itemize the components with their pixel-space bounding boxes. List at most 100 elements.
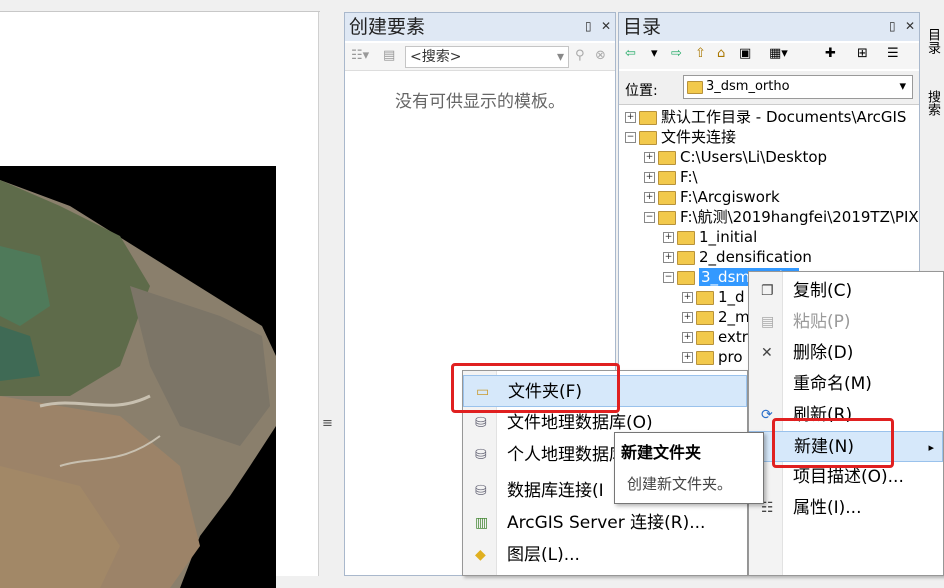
folder-icon [658, 210, 676, 225]
tree-node-label: F:\Arcgiswork [680, 188, 780, 206]
home-icon[interactable]: ⌂ [717, 46, 725, 61]
tree-node[interactable]: + extr [682, 327, 748, 347]
view-options-icon[interactable]: ▦▾ [769, 46, 788, 61]
tree-node-label: pro [718, 348, 743, 366]
expand-icon[interactable]: + [644, 192, 655, 203]
close-icon[interactable]: ✕ [601, 19, 611, 33]
folder-icon [677, 270, 695, 285]
new-item-icon[interactable]: ✚ [825, 46, 836, 61]
template-search-input[interactable]: <搜索> ▾ [405, 46, 569, 68]
tree-node-label: 2_m [718, 308, 750, 326]
folder-icon [658, 170, 676, 185]
context-menu-item[interactable]: 重命名(M) [749, 369, 943, 400]
search-icon[interactable]: ⚲ [575, 48, 585, 63]
folder-icon [696, 330, 714, 345]
up-folder-icon[interactable]: ⇧ [695, 46, 706, 61]
new-submenu-item[interactable]: ◆ 图层(L)... [463, 539, 747, 571]
expand-icon[interactable]: + [625, 112, 636, 123]
expand-icon[interactable]: + [663, 232, 674, 243]
chevron-down-icon[interactable]: ▾ [899, 76, 906, 98]
context-menu-item[interactable]: ❐ 复制(C) [749, 276, 943, 307]
context-menu-item[interactable]: ✕ 删除(D) [749, 338, 943, 369]
menu-item-label: 图层(L)... [507, 545, 580, 565]
location-value: 3_dsm_ortho [706, 79, 790, 94]
pin-icon[interactable]: ▯ [889, 19, 896, 33]
expand-icon[interactable]: + [682, 352, 693, 363]
menu-item-label: 文件地理数据库(O) [507, 413, 653, 433]
tree-node[interactable]: +2_m [682, 307, 750, 327]
chevron-down-icon[interactable]: ▾ [557, 47, 564, 67]
tree-node[interactable]: + pro [682, 347, 743, 367]
expand-icon[interactable]: + [644, 172, 655, 183]
paste-icon: ▤ [761, 314, 775, 330]
tree-node[interactable]: + F:\ [644, 167, 698, 187]
tree-node[interactable]: +1_d [682, 287, 745, 307]
collapse-icon[interactable]: − [625, 132, 636, 143]
context-menu-item[interactable]: ☷ 属性(I)... [749, 493, 943, 524]
splitter-grip-icon[interactable]: ≡ [322, 416, 333, 431]
new-folder-tooltip: 新建文件夹 创建新文件夹。 [614, 432, 764, 504]
expand-icon[interactable]: + [682, 332, 693, 343]
folder-icon [696, 310, 714, 325]
database-icon: ⛁ [475, 447, 487, 463]
details-icon[interactable]: ☰ [887, 46, 899, 61]
tree-node-label: 2_densification [699, 248, 812, 266]
menu-item-label: 删除(D) [793, 343, 854, 363]
submenu-arrow-icon: ▸ [928, 441, 934, 454]
create-features-title: 创建要素 [345, 13, 615, 41]
refresh-icon: ⟳ [761, 407, 773, 423]
tree-node[interactable]: + 默认工作目录 - Documents\ArcGIS [625, 107, 906, 127]
side-tab-catalog[interactable]: 目录 [922, 28, 942, 54]
highlight-new-item [772, 418, 894, 468]
tree-node-label: 文件夹连接 [661, 128, 737, 146]
tree-node-label: 默认工作目录 - Documents\ArcGIS [661, 108, 907, 126]
new-submenu-item[interactable]: ▥ ArcGIS Server 连接(R)... [463, 507, 747, 539]
side-tab-label: 搜索 [925, 90, 940, 116]
collapse-icon[interactable]: − [663, 272, 674, 283]
folder-icon [677, 230, 695, 245]
context-menu-item[interactable]: ▤ 粘贴(P) [749, 307, 943, 338]
location-combobox[interactable]: 3_dsm_ortho ▾ [683, 75, 913, 99]
menu-item-label: 复制(C) [793, 281, 853, 301]
tree-node[interactable]: − 文件夹连接 [625, 127, 736, 147]
folder-icon [639, 110, 657, 125]
tree-node[interactable]: + C:\Users\Li\Desktop [644, 147, 827, 167]
tree-node-label: extr [718, 328, 748, 346]
organize-templates-icon[interactable]: ☷▾ [351, 48, 369, 63]
back-icon[interactable]: ⇦ [625, 46, 636, 61]
forward-icon[interactable]: ⇨ [671, 46, 682, 61]
tree-node[interactable]: +1_initial [663, 227, 757, 247]
aerial-orthophoto [0, 166, 276, 588]
tree-node-label: F:\ [680, 168, 698, 186]
tree-node[interactable]: + F:\Arcgiswork [644, 187, 780, 207]
collapse-icon[interactable]: − [644, 212, 655, 223]
tree-node-label: 1_d [718, 288, 745, 306]
highlight-folder-item [451, 363, 620, 413]
tree-node[interactable]: +2_densification [663, 247, 812, 267]
clear-search-icon[interactable]: ⊗ [595, 48, 606, 63]
pin-icon[interactable]: ▯ [585, 19, 592, 33]
server-icon: ▥ [475, 515, 489, 531]
side-tab-search[interactable]: 搜索 [922, 90, 942, 116]
expand-icon[interactable]: + [682, 292, 693, 303]
chevron-down-icon[interactable]: ▾ [651, 46, 658, 61]
create-features-toolbar: ☷▾ ▤ <搜索> ▾ ⚲ ⊗ [345, 43, 615, 71]
map-view[interactable] [0, 12, 318, 588]
tree-node[interactable]: − F:\航测\2019hangfei\2019TZ\PIX [644, 207, 919, 227]
template-properties-icon[interactable]: ▤ [383, 48, 395, 63]
connect-folder-icon[interactable]: ▣ [739, 46, 751, 61]
tree-options-icon[interactable]: ⊞ [857, 46, 868, 61]
close-icon[interactable]: ✕ [905, 19, 915, 33]
layer-icon: ◆ [475, 547, 486, 563]
expand-icon[interactable]: + [682, 312, 693, 323]
tooltip-body: 创建新文件夹。 [627, 475, 733, 493]
tooltip-title: 新建文件夹 [621, 443, 702, 462]
menu-item-label: 重命名(M) [793, 374, 872, 394]
search-placeholder: <搜索> [410, 49, 462, 65]
menu-item-label: 项目描述(O)... [793, 467, 904, 487]
panel-splitter[interactable] [318, 12, 344, 576]
tree-node-label: C:\Users\Li\Desktop [680, 148, 828, 166]
tree-node-label: 1_initial [699, 228, 758, 246]
expand-icon[interactable]: + [663, 252, 674, 263]
expand-icon[interactable]: + [644, 152, 655, 163]
